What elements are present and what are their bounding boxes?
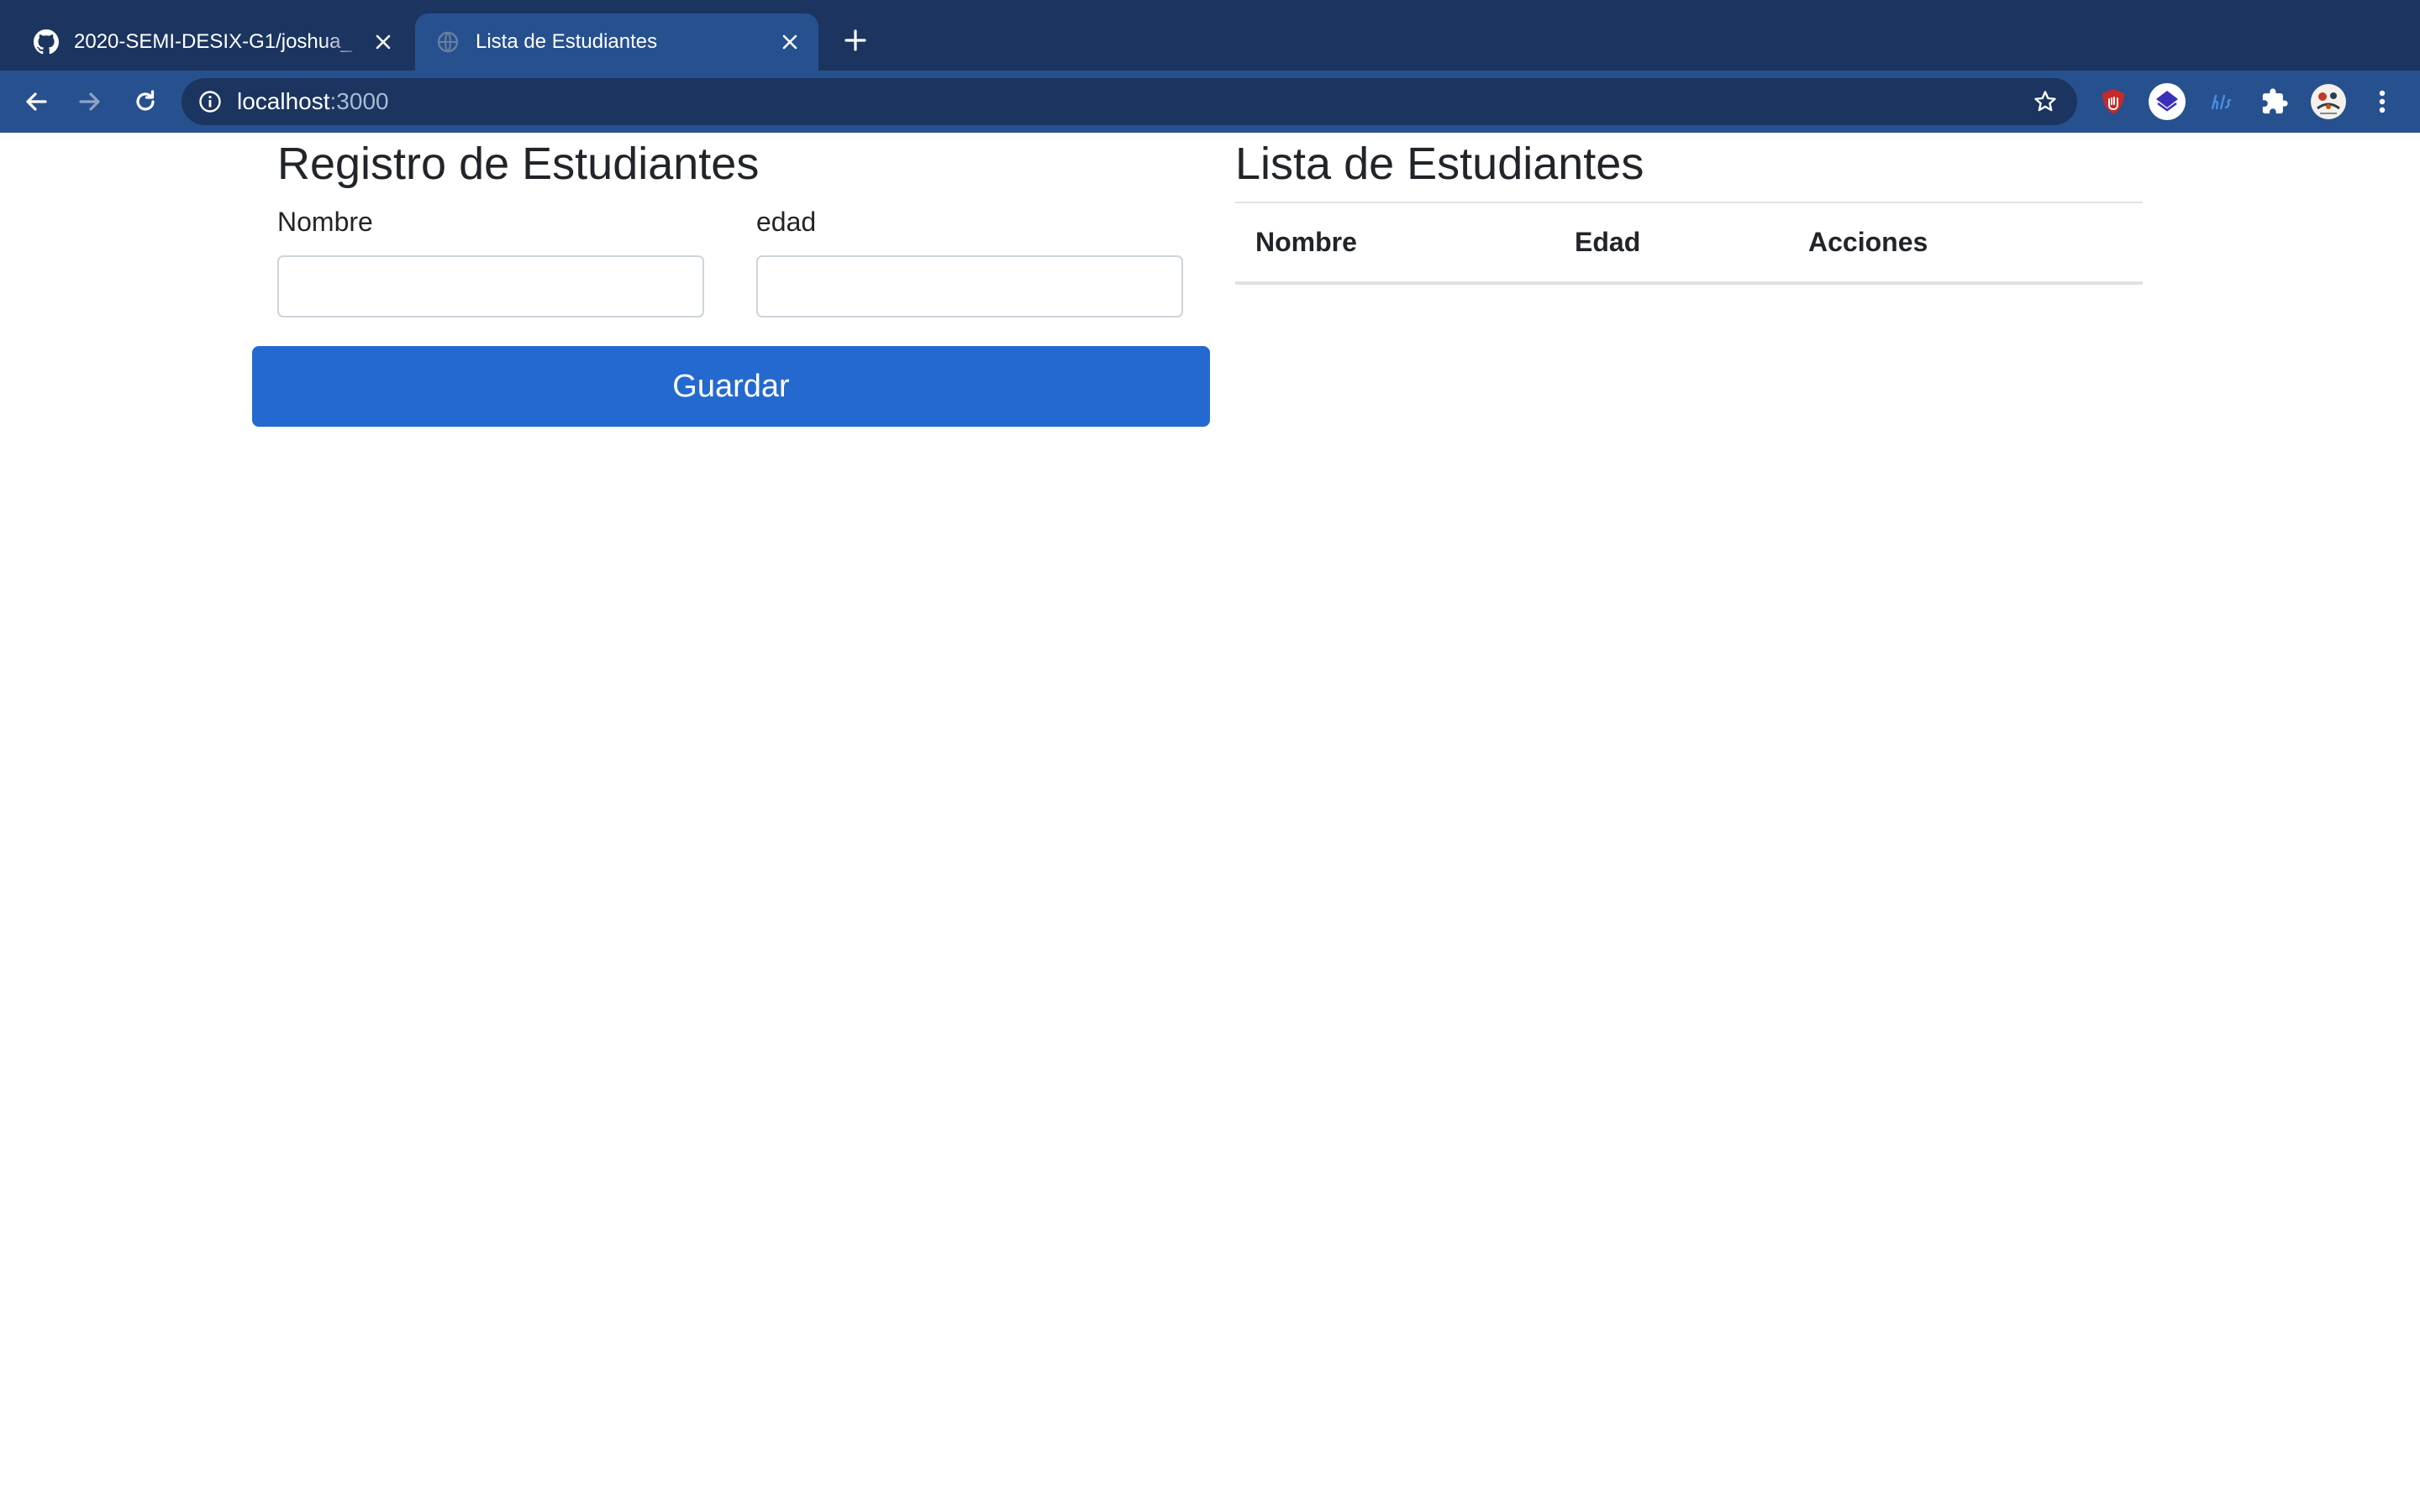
page-content: Registro de Estudiantes Nombre edad Guar…: [0, 133, 2420, 1512]
profile-avatar[interactable]: [2307, 81, 2349, 123]
url-host: localhost: [237, 88, 330, 114]
column-header-nombre: Nombre: [1235, 202, 1555, 285]
column-header-acciones: Acciones: [1788, 202, 2143, 285]
new-tab-plus-icon[interactable]: [837, 22, 874, 59]
table-header-row: Nombre Edad Acciones: [1235, 202, 2143, 285]
hls-extension-icon[interactable]: [2200, 81, 2242, 123]
address-bar[interactable]: localhost:3000: [182, 78, 2077, 125]
browser-tab-strip: 2020-SEMI-DESIX-G1/joshua_ Lista de Estu…: [0, 0, 2420, 71]
url-text[interactable]: localhost:3000: [237, 88, 389, 115]
save-button[interactable]: Guardar: [252, 346, 1210, 427]
name-input[interactable]: [277, 255, 704, 318]
tab-close-icon[interactable]: [773, 25, 807, 59]
globe-icon: [434, 28, 462, 56]
info-icon[interactable]: [198, 90, 222, 113]
url-port: :3000: [329, 88, 389, 114]
reload-icon[interactable]: [124, 81, 166, 123]
tab-title: Lista de Estudiantes: [476, 30, 658, 53]
students-table: Nombre Edad Acciones: [1235, 202, 2143, 285]
age-label: edad: [756, 207, 817, 237]
name-label: Nombre: [277, 207, 373, 237]
tab-title: 2020-SEMI-DESIX-G1/joshua_: [74, 30, 352, 53]
forward-arrow-icon[interactable]: [69, 81, 111, 123]
age-input[interactable]: [756, 255, 1183, 318]
back-arrow-icon[interactable]: [15, 81, 57, 123]
tab-close-icon[interactable]: [366, 25, 400, 59]
browser-toolbar: localhost:3000: [0, 71, 2420, 133]
bookmark-star-icon[interactable]: [2028, 85, 2062, 118]
list-title: Lista de Estudiantes: [1235, 139, 1644, 189]
column-header-edad: Edad: [1555, 202, 1788, 285]
puzzle-icon[interactable]: [2254, 81, 2296, 123]
tab-lista-estudiantes[interactable]: Lista de Estudiantes: [415, 13, 818, 71]
github-icon: [32, 28, 60, 56]
tab-github-repo[interactable]: 2020-SEMI-DESIX-G1/joshua_: [17, 13, 412, 71]
ublock-icon[interactable]: [2092, 81, 2134, 123]
layers-extension-icon[interactable]: [2146, 81, 2188, 123]
kebab-menu-icon[interactable]: [2361, 81, 2403, 123]
form-title: Registro de Estudiantes: [277, 139, 760, 189]
